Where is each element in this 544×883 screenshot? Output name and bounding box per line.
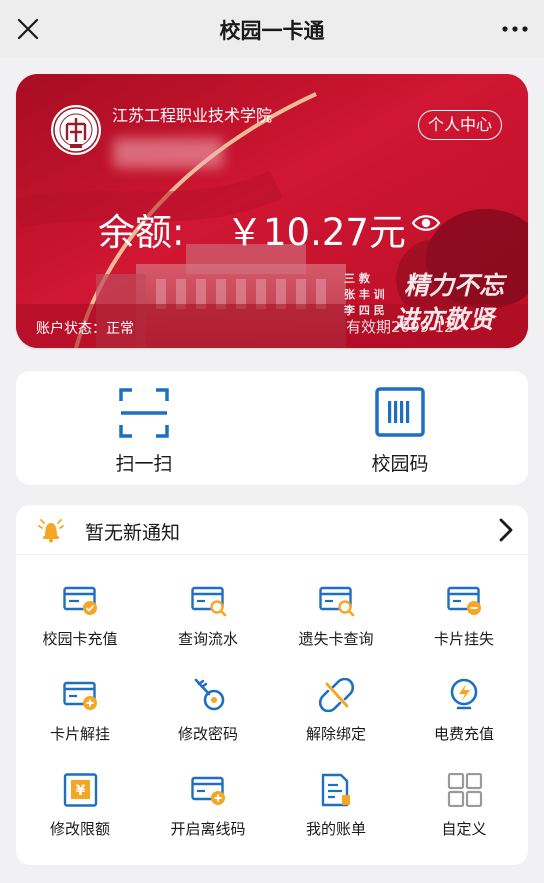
svg-text:三 教: 三 教 [344,271,371,285]
service-report-loss[interactable]: 卡片挂失 [400,565,528,661]
services-panel: 暂无新通知 校园卡充值 查询流水 遗失卡查询 卡片挂失 卡片解挂 修改密码 解除… [16,505,528,865]
top-nav-bar: 校园一卡通 [0,0,544,58]
service-label: 遗失卡查询 [298,630,374,648]
svg-text:李 四 民: 李 四 民 [343,303,385,317]
lost-card-search-icon [319,586,355,617]
service-unfreeze-card[interactable]: 卡片解挂 [16,660,144,756]
chevron-right-icon[interactable] [498,518,514,542]
masked-username [113,138,223,168]
service-label: 校园卡充值 [42,630,118,648]
account-status: 账户状态：正常 [36,321,134,337]
service-label: 电费充值 [433,725,494,743]
service-my-bill[interactable]: 我的账单 [272,755,400,851]
more-icon[interactable] [500,17,530,41]
service-label: 我的账单 [305,820,366,838]
service-label: 开启离线码 [170,820,246,838]
bell-icon [38,519,64,543]
service-transaction-query[interactable]: 查询流水 [144,565,272,661]
campus-card[interactable]: 江苏工程职业技术学院 个人中心 余额: ￥10.27元 三 教 张 丰 训 李 … [16,74,528,348]
campus-code-button[interactable]: 校园码 [272,371,528,485]
svg-text:精力不忘: 精力不忘 [404,271,508,300]
school-name: 江苏工程职业技术学院 [112,106,273,125]
electricity-icon [450,678,478,710]
notice-text: 暂无新通知 [85,522,181,544]
scan-button[interactable]: 扫一扫 [16,371,272,485]
scan-icon [119,388,169,438]
service-lost-card-query[interactable]: 遗失卡查询 [272,565,400,661]
card-freeze-icon [447,586,481,615]
svg-text:张 丰 训: 张 丰 训 [344,287,385,301]
page-title: 校园一卡通 [219,19,325,43]
expiry-date: 有效期2099-12- [346,318,460,336]
card-unfreeze-icon [63,681,97,710]
card-search-icon [191,586,227,617]
service-label: 修改密码 [177,725,238,743]
service-offline-code[interactable]: 开启离线码 [144,755,272,851]
balance-value: ￥10.27元 [226,211,406,254]
notice-bar[interactable]: 暂无新通知 [16,505,528,555]
service-label: 修改限额 [49,820,110,838]
service-label: 解除绑定 [305,725,366,743]
personal-center-button[interactable]: 个人中心 [417,110,502,140]
offline-code-icon [191,776,225,805]
balance-label: 余额: [98,211,185,254]
bill-icon [321,773,350,807]
service-card-recharge[interactable]: 校园卡充值 [16,565,144,661]
eye-icon[interactable] [411,212,441,234]
key-icon [194,678,225,711]
barcode-icon [375,387,425,437]
grid-icon [447,773,483,807]
service-change-limit[interactable]: ¥ 修改限额 [16,755,144,851]
service-change-password[interactable]: 修改密码 [144,660,272,756]
campus-code-label: 校园码 [371,453,429,475]
unlink-icon [319,678,355,712]
svg-text:¥: ¥ [76,783,86,799]
service-customize[interactable]: 自定义 [400,755,528,851]
service-electricity-recharge[interactable]: 电费充值 [400,660,528,756]
service-label: 卡片挂失 [433,630,494,648]
service-label: 查询流水 [177,630,238,648]
limit-icon: ¥ [63,773,98,807]
service-label: 自定义 [441,820,487,838]
service-label: 卡片解挂 [49,725,110,743]
school-logo [51,105,101,155]
quick-actions-panel: 扫一扫 校园码 [16,371,528,485]
card-recharge-icon [63,586,97,615]
service-unbind[interactable]: 解除绑定 [272,660,400,756]
scan-label: 扫一扫 [115,453,173,475]
